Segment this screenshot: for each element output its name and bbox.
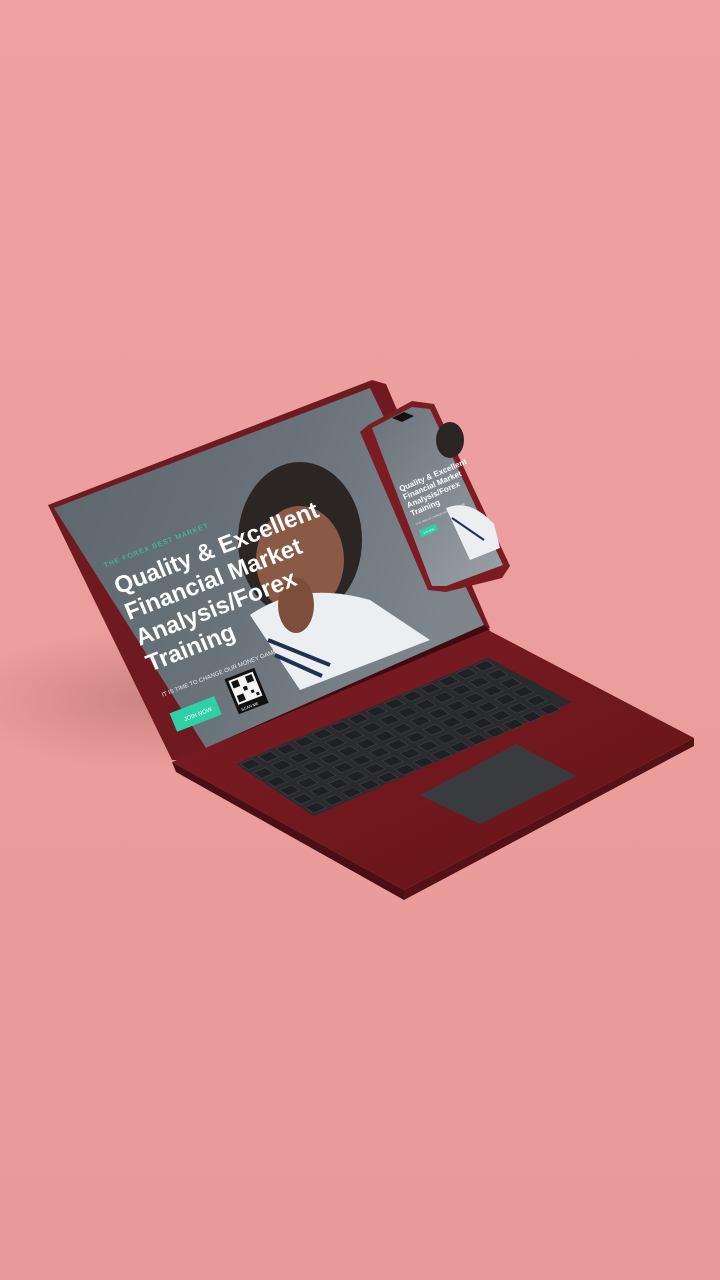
device-mockup-illustration: THE FOREX BEST MARKET Quality & Excellen… [0,380,694,900]
mockup-scene: THE FOREX BEST MARKET Quality & Excellen… [0,0,720,1280]
phone-hero-photo [436,422,464,458]
